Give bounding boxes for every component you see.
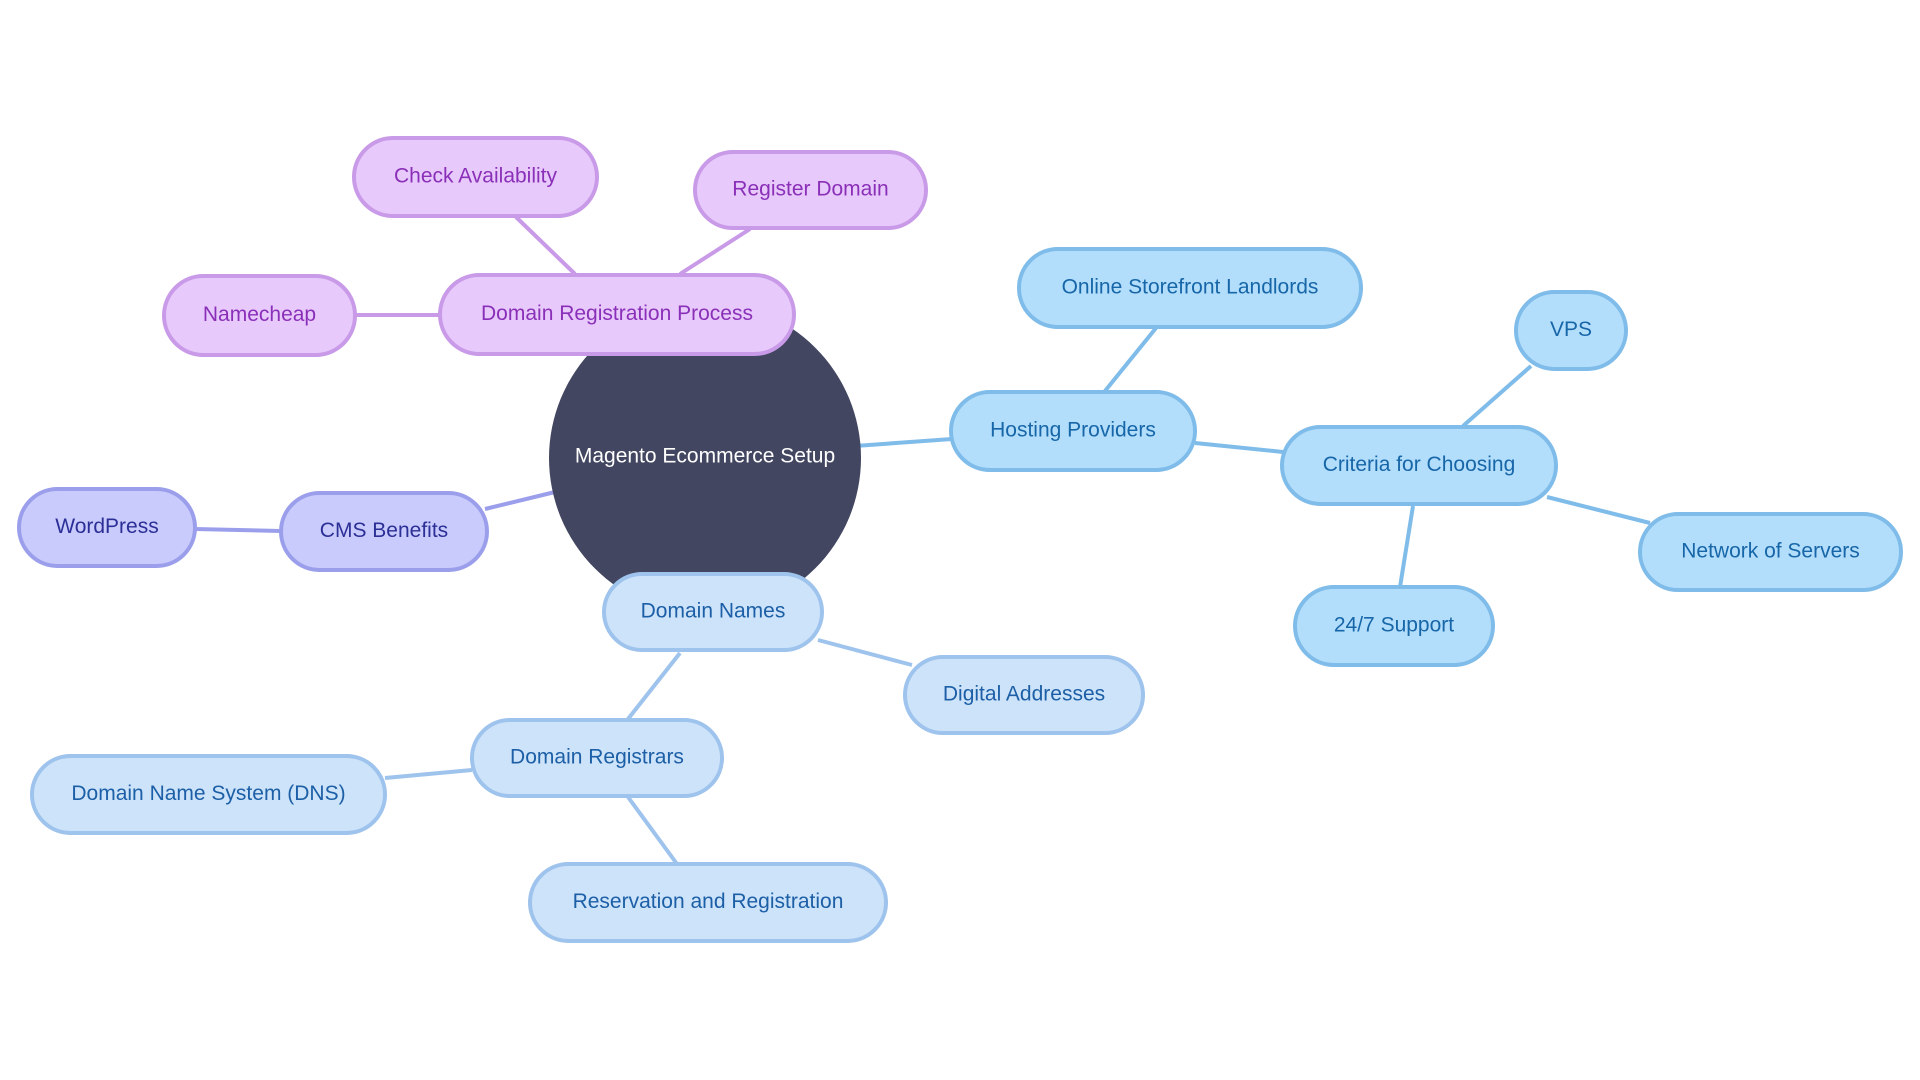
node-label: VPS	[1550, 318, 1592, 341]
node-reservation[interactable]: Reservation and Registration	[528, 862, 888, 943]
edge-hosting-landlords	[1103, 326, 1158, 393]
node-wordpress[interactable]: WordPress	[17, 487, 197, 568]
node-label: Criteria for Choosing	[1323, 453, 1516, 476]
edge-criteria-vps	[1461, 364, 1533, 428]
node-register[interactable]: Register Domain	[693, 150, 928, 230]
node-label: WordPress	[55, 515, 158, 538]
nodes-layer: Domain Registration Process Check Availab…	[17, 136, 1903, 943]
node-label: Digital Addresses	[943, 683, 1105, 706]
edge-criteria-support	[1398, 505, 1415, 588]
mindmap-canvas: Magento Ecommerce Setup Domain Registrat…	[17, 136, 1903, 943]
edge-root-hosting	[854, 437, 953, 448]
node-hosting[interactable]: Hosting Providers	[949, 390, 1197, 472]
node-label: Domain Registrars	[510, 746, 684, 769]
node-label: Domain Name System (DNS)	[71, 782, 345, 805]
node-domains[interactable]: Domain Names	[602, 572, 824, 652]
node-label: Domain Names	[641, 600, 786, 623]
edge-registrars-dns	[384, 768, 473, 780]
node-registrars[interactable]: Domain Registrars	[470, 718, 724, 798]
edge-registrars-reservation	[626, 795, 679, 866]
node-label: Hosting Providers	[990, 419, 1156, 442]
edge-drp-check	[514, 215, 577, 276]
node-namecheap[interactable]: Namecheap	[162, 274, 357, 357]
node-label: Reservation and Registration	[573, 890, 844, 913]
node-criteria[interactable]: Criteria for Choosing	[1280, 425, 1558, 506]
node-digital[interactable]: Digital Addresses	[903, 655, 1145, 735]
edge-criteria-network	[1546, 495, 1651, 525]
node-label: Namecheap	[203, 303, 316, 326]
node-label: Register Domain	[732, 178, 888, 201]
node-check[interactable]: Check Availability	[352, 136, 599, 218]
node-cms[interactable]: CMS Benefits	[279, 491, 489, 572]
edge-drp-register	[678, 227, 752, 276]
node-label: Network of Servers	[1681, 540, 1860, 563]
edge-hosting-criteria	[1194, 441, 1284, 454]
node-label: 24/7 Support	[1334, 614, 1454, 637]
node-landlords[interactable]: Online Storefront Landlords	[1017, 247, 1363, 329]
node-label: Online Storefront Landlords	[1062, 276, 1319, 299]
edge-domains-digital	[817, 638, 913, 667]
edge-domains-registrars	[626, 651, 682, 721]
node-network[interactable]: Network of Servers	[1638, 512, 1903, 592]
node-drp[interactable]: Domain Registration Process	[438, 273, 796, 356]
edge-cms-wordpress	[194, 527, 282, 533]
root-label: Magento Ecommerce Setup	[575, 445, 835, 468]
node-support[interactable]: 24/7 Support	[1293, 585, 1495, 667]
node-vps[interactable]: VPS	[1514, 290, 1628, 371]
node-label: Domain Registration Process	[481, 302, 753, 325]
node-label: CMS Benefits	[320, 519, 448, 542]
edge-root-cms	[484, 490, 556, 511]
node-dns[interactable]: Domain Name System (DNS)	[30, 754, 387, 835]
node-label: Check Availability	[394, 165, 558, 188]
